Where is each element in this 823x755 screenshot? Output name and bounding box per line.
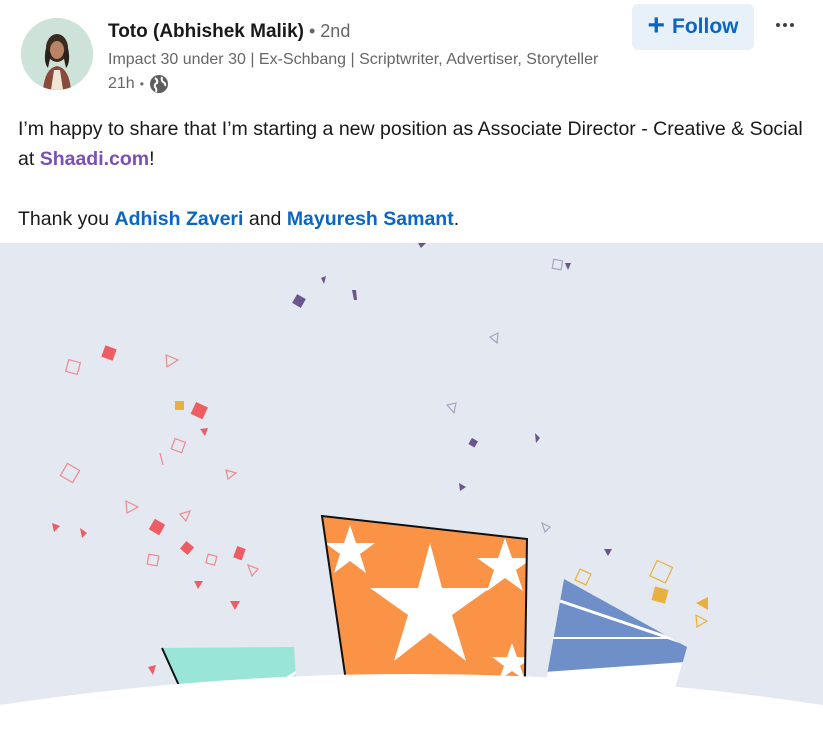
author-name[interactable]: Toto (Abhishek Malik) bbox=[108, 21, 304, 42]
degree-separator: • bbox=[303, 21, 321, 41]
meta-separator: • bbox=[139, 77, 144, 91]
follow-button[interactable]: + Follow bbox=[632, 4, 754, 50]
post-text-segment: and bbox=[243, 208, 287, 230]
plus-icon: + bbox=[647, 8, 666, 42]
follow-label: Follow bbox=[672, 15, 739, 38]
post-text-segment: ! bbox=[149, 148, 155, 170]
post-meta: 21h • bbox=[108, 74, 169, 94]
company-link[interactable]: Shaadi.com bbox=[40, 148, 149, 170]
celebration-illustration[interactable] bbox=[0, 243, 823, 750]
post-body: I’m happy to share that I’m starting a n… bbox=[18, 114, 818, 234]
author-headline: Impact 30 under 30 | Ex-Schbang | Script… bbox=[108, 51, 599, 68]
connection-degree: 2nd bbox=[320, 21, 351, 41]
author-name-line: Toto (Abhishek Malik) • 2nd bbox=[108, 21, 350, 43]
mention-link-2[interactable]: Mayuresh Samant bbox=[287, 208, 454, 230]
author-avatar[interactable] bbox=[21, 18, 93, 90]
post-text-segment: Thank you bbox=[18, 208, 115, 230]
more-horizontal-icon[interactable] bbox=[770, 10, 800, 40]
post-text-segment: . bbox=[453, 208, 460, 230]
post-paragraph-1: I’m happy to share that I’m starting a n… bbox=[18, 114, 818, 174]
post-paragraph-2: Thank you Adhish Zaveri and Mayuresh Sam… bbox=[18, 204, 818, 234]
post-time: 21h bbox=[108, 75, 135, 92]
mention-link-1[interactable]: Adhish Zaveri bbox=[114, 208, 243, 230]
globe-icon bbox=[149, 74, 169, 94]
